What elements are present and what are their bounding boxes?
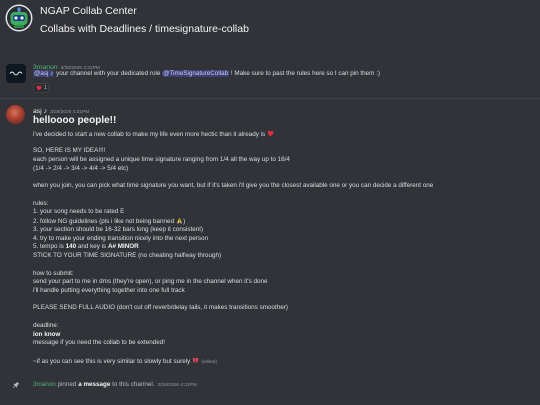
audio-note: PLEASE SEND FULL AUDIO (don't cut off re… xyxy=(33,304,288,312)
rules-title: rules: xyxy=(33,199,49,207)
message-content: i've decided to start a new collab to ma… xyxy=(33,130,533,365)
idea-example: (1/4 -> 2/4 -> 3/4 -> 4/4 -> 5/4 etc) xyxy=(33,164,129,172)
channel-path: Collabs with Deadlines / timesignature-c… xyxy=(40,23,249,35)
rule-5: 5. tempo is 140 and key is A# MINOR xyxy=(33,243,533,252)
idea-title: SO, HERE IS MY IDEA!!!! xyxy=(33,147,106,155)
red-heart-emoji xyxy=(267,130,274,137)
submit-line: send your part to me in dms (they're ope… xyxy=(33,278,268,286)
message-text: ~if as you can see this is very similar … xyxy=(33,357,191,365)
message-header: 3manon 3/28/2026 4:31PM xyxy=(33,60,100,71)
timestamp: 3/28/2026 4:31PM xyxy=(157,382,197,388)
system-text: pinned xyxy=(55,380,79,388)
message-text: ! Make sure to past the rules here so I … xyxy=(229,70,380,77)
message-text: i've decided to start a new collab to ma… xyxy=(33,131,266,138)
reaction-heart[interactable]: 1 xyxy=(33,83,49,93)
rule-4: 4. try to make your ending transition ni… xyxy=(33,234,209,242)
message-text: ) xyxy=(183,218,186,226)
deadline-note: message if you need the collab to be ext… xyxy=(33,339,165,347)
message-text: your channel with your dedicated role xyxy=(54,70,163,77)
pin-icon xyxy=(12,381,20,389)
message-content: @asj ♪ your channel with your dedicated … xyxy=(33,70,533,79)
join-line: when you join, you can pick what time si… xyxy=(33,182,434,190)
server-name: NGAP Collab Center xyxy=(40,5,137,17)
rule-1: 1. your song needs to be rated E xyxy=(33,208,125,216)
deadline-title: deadline: xyxy=(33,321,59,329)
reaction-count: 1 xyxy=(44,85,48,91)
message-text: 5. tempo is xyxy=(33,243,66,251)
edited-label: (edited) xyxy=(201,358,217,364)
system-line: 3manon pinned a message to this channel.… xyxy=(33,381,197,390)
avatar[interactable] xyxy=(6,105,25,124)
author-name[interactable]: asj ♪ xyxy=(33,108,47,115)
message-heading: helloooo people!! xyxy=(33,115,117,126)
rule-stick: STICK TO YOUR TIME SIGNATURE (no cheatin… xyxy=(33,252,222,260)
pinned-message-link[interactable]: a message xyxy=(78,381,110,388)
rule-2: 2. follow NG guidelines (pls i like not … xyxy=(33,217,533,226)
role-mention[interactable]: @TimeSignatureCollab xyxy=(162,70,230,77)
user-mention[interactable]: @asj ♪ xyxy=(33,70,55,77)
tempo-value: 140 xyxy=(65,243,77,251)
red-heart-emoji xyxy=(36,85,42,91)
message: 3manon 3/28/2026 4:31PM @asj ♪ your chann… xyxy=(0,60,540,96)
submit-line: i'll handle putting everything together … xyxy=(33,286,185,294)
message-line: @asj ♪ your channel with your dedicated … xyxy=(33,70,533,79)
server-icon[interactable] xyxy=(5,4,33,32)
intro-line: i've decided to start a new collab to ma… xyxy=(33,130,533,139)
message-header: asj ♪ 3/28/2026 4:31PM xyxy=(33,104,89,115)
broken-heart-emoji xyxy=(192,357,199,364)
message-text: and key is xyxy=(76,243,108,251)
idea-description: each person will be assigned a unique ti… xyxy=(33,156,290,164)
author-name[interactable]: 3manon xyxy=(33,381,56,388)
message: asj ♪ 3/28/2026 4:31PM helloooo people!! … xyxy=(0,102,540,372)
closing-line: ~if as you can see this is very similar … xyxy=(33,357,533,366)
system-text: to this channel. xyxy=(110,380,155,388)
message-divider xyxy=(0,98,540,99)
chat-window: NGAP Collab Center Collabs with Deadline… xyxy=(0,0,540,405)
deadline-value-line: ion know xyxy=(33,331,533,340)
avatar[interactable] xyxy=(6,64,26,83)
key-value: A# MINOR xyxy=(107,243,139,251)
message-text: 2. follow NG guidelines (pls i like not … xyxy=(33,218,175,226)
deadline-value: ion know xyxy=(33,330,61,338)
rule-3: 3. your section should be 16-32 bars lon… xyxy=(33,225,204,233)
submit-title: how to submit: xyxy=(33,269,74,277)
